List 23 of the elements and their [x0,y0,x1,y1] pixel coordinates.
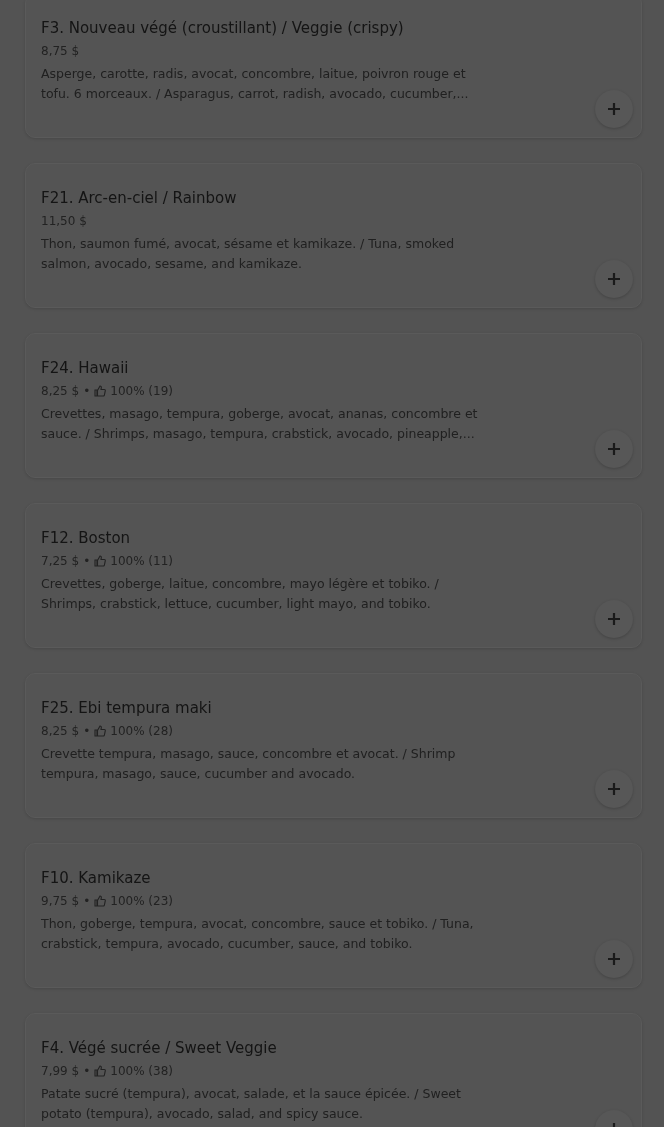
thumbs-up-icon [94,555,107,567]
thumbs-up-icon [94,385,107,397]
separator-dot: • [83,383,91,399]
item-name: F4. Végé sucrée / Sweet Veggie [41,1038,278,1058]
add-button[interactable] [595,940,633,978]
thumbs-up-icon [94,1065,107,1077]
add-button[interactable] [595,600,633,638]
item-name: F10. Kamikaze [41,868,152,888]
item-name: F3. Nouveau végé (croustillant) / Veggie (crispy) [41,18,405,38]
item-name: F12. Boston [41,528,132,548]
add-button[interactable] [595,260,633,298]
thumbs-up-icon [94,725,107,737]
thumbs-up-icon [94,895,107,907]
separator-dot: • [83,893,91,909]
item-name: F24. Hawaii [41,358,130,378]
separator-dot: • [83,1063,91,1079]
separator-dot: • [83,723,91,739]
add-button[interactable] [595,90,633,128]
add-button[interactable] [595,770,633,808]
separator-dot: • [83,553,91,569]
add-button[interactable] [595,430,633,468]
item-name: F25. Ebi tempura maki [41,698,213,718]
item-name: F21. Arc-en-ciel / Rainbow [41,188,238,208]
